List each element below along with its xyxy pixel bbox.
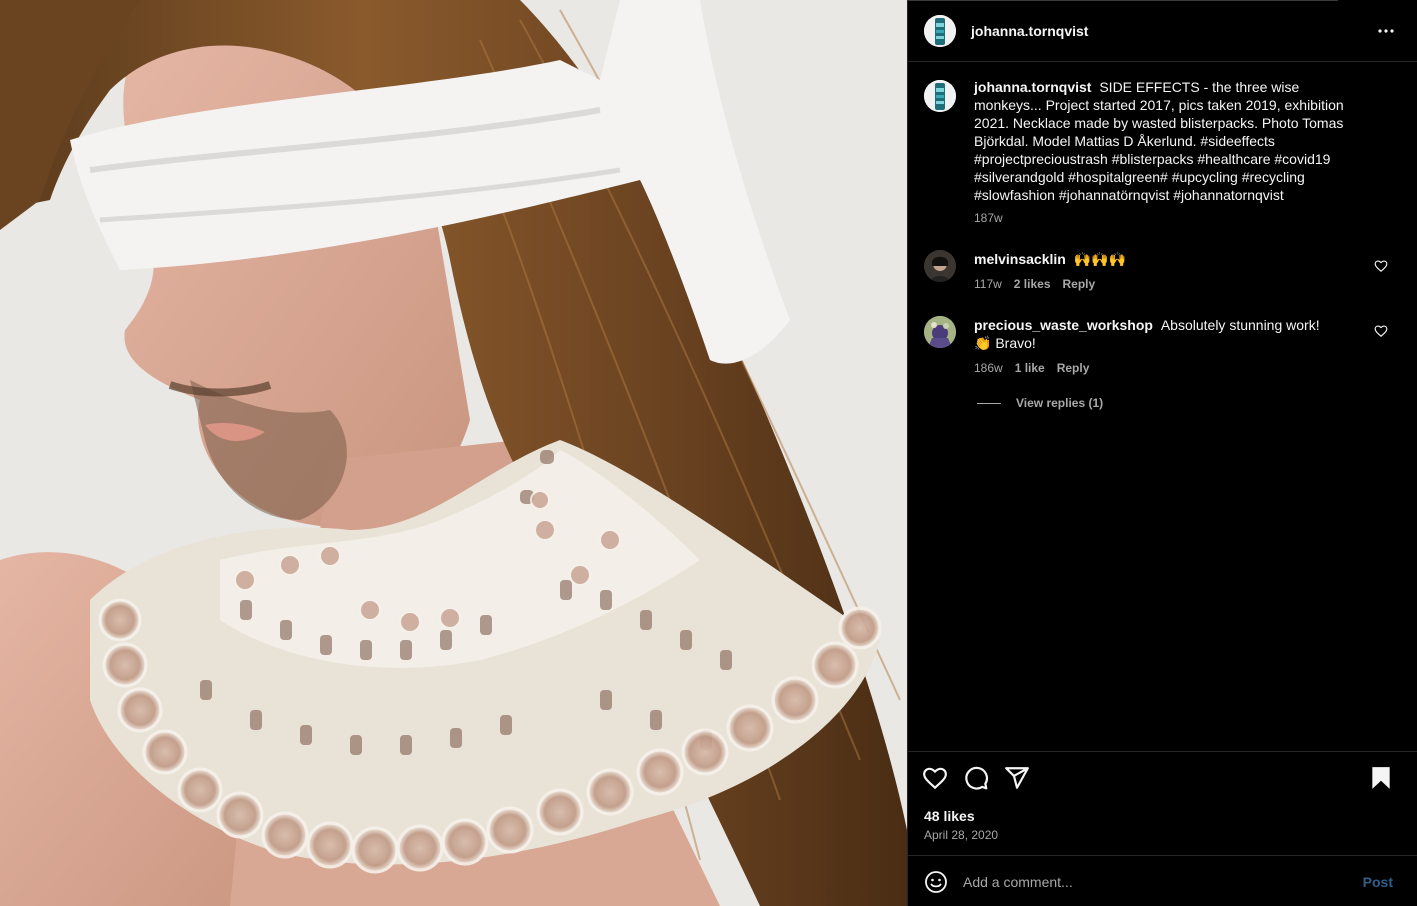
caption-username[interactable]: johanna.tornqvist xyxy=(974,79,1095,95)
more-options-icon[interactable] xyxy=(1374,22,1398,40)
emoji-icon[interactable] xyxy=(924,870,948,894)
comment-username[interactable]: precious_waste_workshop xyxy=(974,317,1157,333)
comment-text: precious_waste_workshop Absolutely stunn… xyxy=(974,316,1334,352)
avatar-image xyxy=(924,15,956,47)
comment-body: 🙌🙌🙌 xyxy=(1073,251,1127,267)
share-icon[interactable] xyxy=(1004,765,1030,791)
commenter-avatar[interactable] xyxy=(924,250,956,282)
comment-meta: 117w 2 likes Reply xyxy=(974,277,1095,291)
comment-timestamp[interactable]: 117w xyxy=(974,277,1002,291)
post-date[interactable]: April 28, 2020 xyxy=(924,828,998,842)
comment-likes[interactable]: 1 like xyxy=(1015,361,1045,375)
author-avatar[interactable] xyxy=(924,15,956,47)
view-replies-label: View replies (1) xyxy=(1016,396,1104,410)
avatar-image xyxy=(924,80,956,112)
likes-count[interactable]: 48 likes xyxy=(924,808,975,824)
comment-box-divider xyxy=(908,855,1417,856)
actions-divider xyxy=(908,751,1417,752)
comment-likes[interactable]: 2 likes xyxy=(1014,277,1051,291)
post-side-panel: johanna.tornqvist johanna.tornqvist SIDE… xyxy=(907,0,1417,906)
avatar-image xyxy=(924,250,956,282)
caption-text: johanna.tornqvist SIDE EFFECTS - the thr… xyxy=(974,78,1364,204)
comment-heart-icon[interactable] xyxy=(1374,259,1388,273)
reply-button[interactable]: Reply xyxy=(1057,361,1090,375)
post-header: johanna.tornqvist xyxy=(908,0,1417,62)
caption-timestamp[interactable]: 187w xyxy=(974,211,1003,225)
reply-button[interactable]: Reply xyxy=(1063,277,1096,291)
caption-author-avatar[interactable] xyxy=(924,80,956,112)
comment-heart-icon[interactable] xyxy=(1374,324,1388,338)
author-username[interactable]: johanna.tornqvist xyxy=(971,23,1088,39)
view-replies-line xyxy=(977,402,1001,404)
comment-meta: 186w 1 like Reply xyxy=(974,361,1089,375)
comment-icon[interactable] xyxy=(963,765,989,791)
caption-body: SIDE EFFECTS - the three wise monkeys...… xyxy=(974,79,1344,203)
add-comment-input[interactable] xyxy=(963,868,1343,896)
commenter-avatar[interactable] xyxy=(924,316,956,348)
comment-text: melvinsacklin 🙌🙌🙌 xyxy=(974,250,1334,268)
post-photo[interactable] xyxy=(0,0,907,906)
post-image xyxy=(0,0,907,906)
view-replies-button[interactable]: View replies (1) xyxy=(977,396,1103,410)
bookmark-icon[interactable] xyxy=(1368,765,1394,791)
post-comment-button[interactable]: Post xyxy=(1363,874,1393,890)
heart-icon[interactable] xyxy=(922,765,948,791)
avatar-image xyxy=(924,316,956,348)
comment-timestamp[interactable]: 186w xyxy=(974,361,1003,375)
comment-username[interactable]: melvinsacklin xyxy=(974,251,1070,267)
